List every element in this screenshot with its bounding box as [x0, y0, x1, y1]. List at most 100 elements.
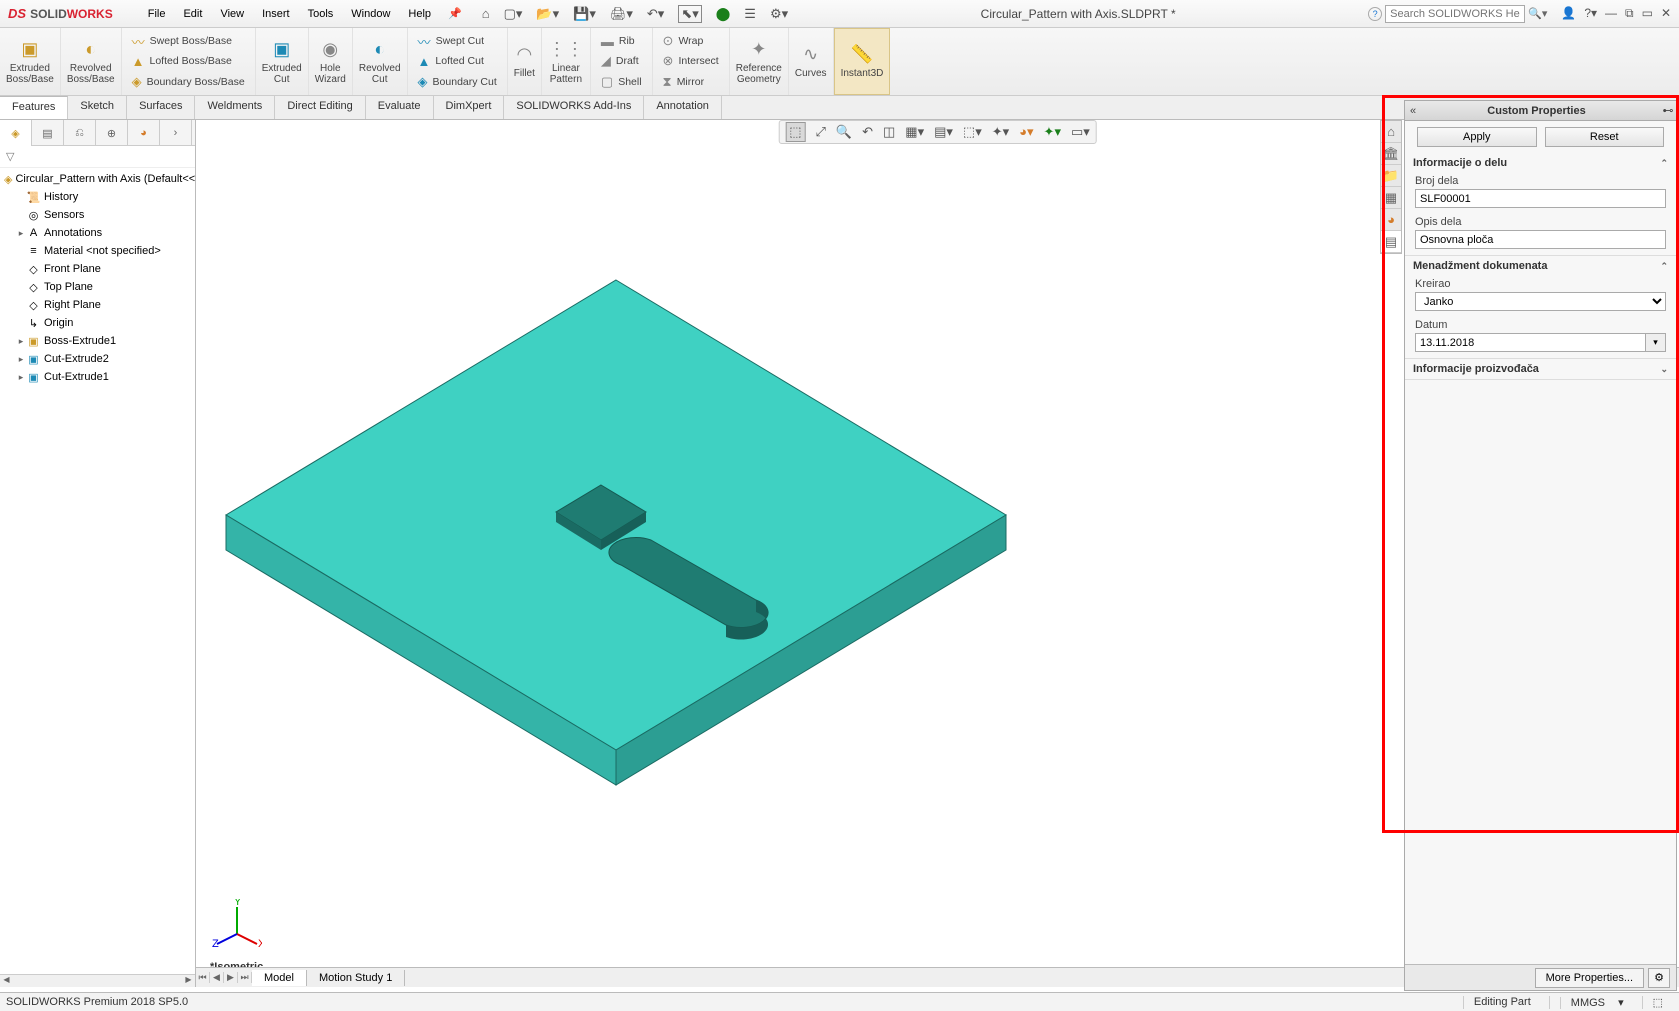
- draft-button[interactable]: ◢Draft: [601, 51, 639, 71]
- hole-wizard-button[interactable]: ◉Hole Wizard: [309, 28, 353, 95]
- extruded-boss-button[interactable]: ▣Extruded Boss/Base: [0, 28, 61, 95]
- shell-button[interactable]: ▢Shell: [601, 72, 642, 92]
- mirror-button[interactable]: ⧗Mirror: [663, 72, 705, 92]
- tab-annotation[interactable]: Annotation: [644, 96, 722, 119]
- select-icon[interactable]: ⬉▾: [678, 5, 701, 23]
- taskpane-appearances-icon[interactable]: ◕: [1381, 209, 1401, 231]
- taskpane-home-icon[interactable]: ⌂: [1381, 121, 1401, 143]
- tree-tab-property-icon[interactable]: ▤: [32, 120, 64, 146]
- linear-pattern-button[interactable]: ⋮⋮Linear Pattern: [542, 28, 591, 95]
- search-input[interactable]: [1385, 5, 1525, 23]
- revolved-boss-button[interactable]: ◐Revolved Boss/Base: [61, 28, 122, 95]
- pin-menu-icon[interactable]: 📌: [448, 7, 462, 20]
- more-properties-button[interactable]: More Properties...: [1535, 968, 1644, 988]
- lofted-boss-button[interactable]: ▲Lofted Boss/Base: [132, 51, 232, 71]
- boundary-boss-button[interactable]: ◈Boundary Boss/Base: [132, 72, 245, 92]
- taskpane-file-explorer-icon[interactable]: 📁: [1381, 165, 1401, 187]
- search-icon[interactable]: 🔍▾: [1528, 7, 1547, 20]
- lofted-cut-button[interactable]: ▲Lofted Cut: [418, 51, 484, 71]
- open-icon[interactable]: 📂▾: [536, 6, 559, 22]
- input-part-desc[interactable]: [1415, 230, 1666, 249]
- new-icon[interactable]: ▢▾: [504, 6, 523, 22]
- zoom-fit-icon[interactable]: ⤢: [816, 124, 826, 140]
- curves-button[interactable]: ∿Curves: [789, 28, 834, 95]
- feature-tree[interactable]: ◈Circular_Pattern with Axis (Default<<I …: [0, 168, 195, 974]
- section-head-manufacturer[interactable]: Informacije proizvođača⌄: [1405, 359, 1676, 379]
- tree-origin[interactable]: ↳Origin: [0, 314, 195, 332]
- tree-tab-more-icon[interactable]: ›: [160, 120, 192, 146]
- edit-appearance-icon[interactable]: ⬚▾: [963, 124, 982, 140]
- view-port-icon[interactable]: ▭▾: [1071, 124, 1090, 140]
- menu-view[interactable]: View: [211, 8, 253, 20]
- tab-next-icon[interactable]: ▶: [224, 972, 238, 983]
- tree-right-plane[interactable]: ◇Right Plane: [0, 296, 195, 314]
- menu-insert[interactable]: Insert: [253, 8, 299, 20]
- tab-dimxpert[interactable]: DimXpert: [434, 96, 505, 119]
- tab-prev-icon[interactable]: ◀: [210, 972, 224, 983]
- boundary-cut-button[interactable]: ◈Boundary Cut: [418, 72, 497, 92]
- section-head-part-info[interactable]: Informacije o delu⌃: [1405, 153, 1676, 173]
- menu-tools[interactable]: Tools: [299, 8, 343, 20]
- restore-icon[interactable]: ⧉: [1625, 6, 1634, 21]
- settings-icon[interactable]: ⚙▾: [770, 6, 788, 22]
- reset-button[interactable]: Reset: [1545, 127, 1665, 147]
- view-settings-icon[interactable]: ◕▾: [1019, 124, 1033, 140]
- menu-window[interactable]: Window: [342, 8, 399, 20]
- status-custom-icon[interactable]: ⬚: [1642, 996, 1673, 1009]
- input-part-number[interactable]: [1415, 189, 1666, 208]
- swept-boss-button[interactable]: 〰Swept Boss/Base: [132, 31, 232, 51]
- undo-icon[interactable]: ↶▾: [647, 6, 664, 22]
- user-icon[interactable]: 👤: [1561, 6, 1576, 21]
- tree-filter-row[interactable]: ▽: [0, 146, 195, 168]
- options-list-icon[interactable]: ☰: [744, 6, 756, 22]
- revolved-cut-button[interactable]: ◐Revolved Cut: [353, 28, 408, 95]
- tab-addins[interactable]: SOLIDWORKS Add-Ins: [504, 96, 644, 119]
- tree-tab-dimxpert-icon[interactable]: ⊕: [96, 120, 128, 146]
- tab-first-icon[interactable]: ⏮: [196, 972, 210, 983]
- tab-sketch[interactable]: Sketch: [68, 96, 127, 119]
- tree-cut-extrude1[interactable]: ▸▣Cut-Extrude1: [0, 368, 195, 386]
- tree-top-plane[interactable]: ◇Top Plane: [0, 278, 195, 296]
- minimize-icon[interactable]: —: [1605, 6, 1617, 21]
- close-icon[interactable]: ✕: [1661, 6, 1671, 21]
- help-dropdown-icon[interactable]: ?▾: [1584, 6, 1597, 21]
- pin-panel-icon[interactable]: ⊷: [1660, 104, 1676, 117]
- tree-cut-extrude2[interactable]: ▸▣Cut-Extrude2: [0, 350, 195, 368]
- display-style-icon[interactable]: ▦▾: [905, 124, 924, 140]
- tree-annotations[interactable]: ▸AAnnotations: [0, 224, 195, 242]
- previous-view-icon[interactable]: ↶: [862, 124, 873, 140]
- tree-history[interactable]: 📜History: [0, 188, 195, 206]
- intersect-button[interactable]: ⊗Intersect: [663, 51, 719, 71]
- tree-front-plane[interactable]: ◇Front Plane: [0, 260, 195, 278]
- tree-material[interactable]: ≡Material <not specified>: [0, 242, 195, 260]
- status-units[interactable]: MMGS ▾: [1549, 996, 1634, 1009]
- render-icon[interactable]: ✦▾: [1044, 124, 1061, 140]
- menu-file[interactable]: File: [139, 8, 175, 20]
- maximize-icon[interactable]: ▭: [1642, 6, 1653, 21]
- extruded-cut-button[interactable]: ▣Extruded Cut: [256, 28, 309, 95]
- tab-motion-study[interactable]: Motion Study 1: [307, 970, 405, 986]
- save-icon[interactable]: 💾▾: [573, 6, 596, 22]
- tree-root[interactable]: ◈Circular_Pattern with Axis (Default<<I: [0, 170, 195, 188]
- tab-model[interactable]: Model: [252, 970, 307, 986]
- zoom-area-icon[interactable]: 🔍: [836, 124, 852, 140]
- tab-features[interactable]: Features: [0, 96, 68, 119]
- tree-tab-feature-icon[interactable]: ◈: [0, 120, 32, 146]
- tree-scrollbar[interactable]: ◀▶: [0, 974, 195, 987]
- tree-tab-display-icon[interactable]: ◕: [128, 120, 160, 146]
- tab-weldments[interactable]: Weldments: [195, 96, 275, 119]
- tab-surfaces[interactable]: Surfaces: [127, 96, 195, 119]
- home-icon[interactable]: ⌂: [482, 6, 490, 21]
- tab-evaluate[interactable]: Evaluate: [366, 96, 434, 119]
- select-created-by[interactable]: Janko: [1415, 292, 1666, 311]
- section-head-doc-mgmt[interactable]: Menadžment dokumenata⌃: [1405, 256, 1676, 276]
- tree-boss-extrude1[interactable]: ▸▣Boss-Extrude1: [0, 332, 195, 350]
- apply-button[interactable]: Apply: [1417, 127, 1537, 147]
- swept-cut-button[interactable]: 〰Swept Cut: [418, 31, 484, 51]
- taskpane-design-library-icon[interactable]: 🏛: [1381, 143, 1401, 165]
- rebuild-icon[interactable]: ⬤: [716, 6, 731, 22]
- wrap-button[interactable]: ⊙Wrap: [663, 31, 704, 51]
- taskpane-custom-props-icon[interactable]: ▤: [1381, 231, 1401, 253]
- menu-edit[interactable]: Edit: [174, 8, 211, 20]
- menu-help[interactable]: Help: [399, 8, 440, 20]
